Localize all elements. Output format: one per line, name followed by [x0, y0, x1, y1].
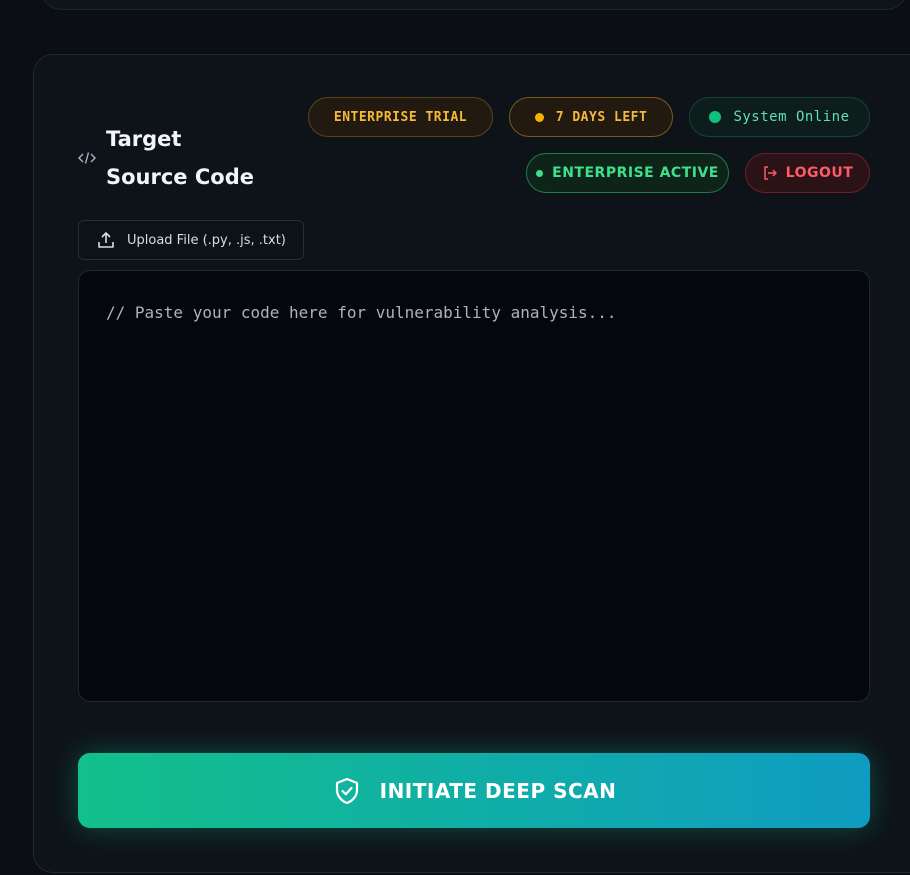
- logout-icon: [762, 165, 778, 181]
- source-code-input[interactable]: [78, 270, 870, 702]
- initiate-deep-scan-button[interactable]: INITIATE DEEP SCAN: [78, 753, 870, 828]
- title-line-1: Target: [106, 127, 182, 151]
- enterprise-trial-label: ENTERPRISE TRIAL: [333, 109, 468, 125]
- upload-file-label: Upload File (.py, .js, .txt): [127, 232, 286, 248]
- days-left-badge: 7 DAYS LEFT: [509, 97, 673, 137]
- enterprise-active-badge: ENTERPRISE ACTIVE: [526, 153, 729, 193]
- system-status-label: System Online: [733, 109, 850, 125]
- shield-check-icon: [332, 776, 362, 806]
- upload-file-button[interactable]: Upload File (.py, .js, .txt): [78, 220, 304, 260]
- enterprise-active-label: ENTERPRISE ACTIVE: [552, 165, 719, 181]
- logout-button[interactable]: LOGOUT: [745, 153, 870, 193]
- enterprise-trial-badge: ENTERPRISE TRIAL: [308, 97, 493, 137]
- active-dot-icon: [536, 169, 544, 177]
- status-dot-icon: [709, 111, 722, 123]
- code-icon: [78, 149, 96, 167]
- title-line-2: Source Code: [106, 165, 254, 189]
- initiate-deep-scan-label: INITIATE DEEP SCAN: [379, 778, 617, 803]
- card-header: Target Source Code: [78, 120, 276, 196]
- days-left-label: 7 DAYS LEFT: [555, 109, 648, 125]
- previous-card: [40, 0, 908, 10]
- days-left-dot-icon: [534, 112, 544, 122]
- system-status-badge: System Online: [689, 97, 870, 137]
- page-title: Target Source Code: [106, 120, 276, 196]
- upload-icon: [97, 231, 115, 249]
- logout-label: LOGOUT: [785, 165, 854, 181]
